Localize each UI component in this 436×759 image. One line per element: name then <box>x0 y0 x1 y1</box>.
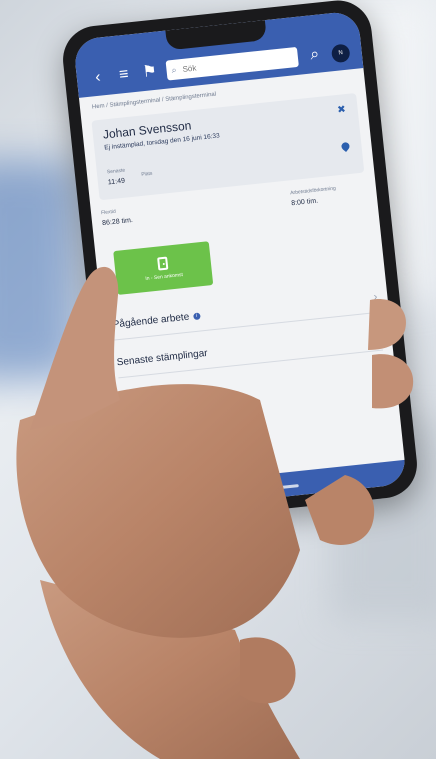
work-reduction-balance: Arbetstidsförkortning 8:00 tim. <box>290 186 337 208</box>
flag-icon[interactable]: ⚑ <box>140 62 160 84</box>
search-box[interactable]: ⌕ <box>165 46 299 81</box>
thumb <box>30 266 120 430</box>
employee-card: Johan Svensson Ej instämplad, torsdag de… <box>91 92 365 201</box>
work-reduction-label: Arbetstidsförkortning <box>289 185 337 197</box>
place-label: Plats <box>141 170 153 178</box>
search-icon[interactable]: ⌕ <box>305 44 325 66</box>
latest-time: Senaste 11:49 <box>107 168 127 187</box>
flex-balance: Flextid 86:28 tim. <box>101 207 133 227</box>
latest-time-value: 11:49 <box>107 177 126 187</box>
location-pin-icon[interactable] <box>339 140 352 152</box>
finger <box>372 354 414 409</box>
tools-icon[interactable]: ✖ <box>337 104 346 116</box>
finger <box>368 299 406 350</box>
chevron-left-icon[interactable]: ‹ <box>88 67 108 89</box>
avatar[interactable]: N <box>330 43 351 64</box>
search-icon: ⌕ <box>170 64 178 75</box>
latest-time-label: Senaste <box>106 167 126 176</box>
finger <box>305 475 375 545</box>
finger <box>240 637 296 704</box>
photo-scene: ‹ ≡ ⚑ ⌕ ⌕ N Hem / Stämplingsterminal / S… <box>0 0 436 759</box>
work-reduction-value: 8:00 tim. <box>290 197 319 208</box>
menu-icon[interactable]: ≡ <box>114 64 134 86</box>
hand <box>16 266 414 759</box>
flex-value: 86:28 tim. <box>101 216 134 228</box>
flex-label: Flextid <box>100 208 117 217</box>
search-input[interactable] <box>179 51 294 75</box>
